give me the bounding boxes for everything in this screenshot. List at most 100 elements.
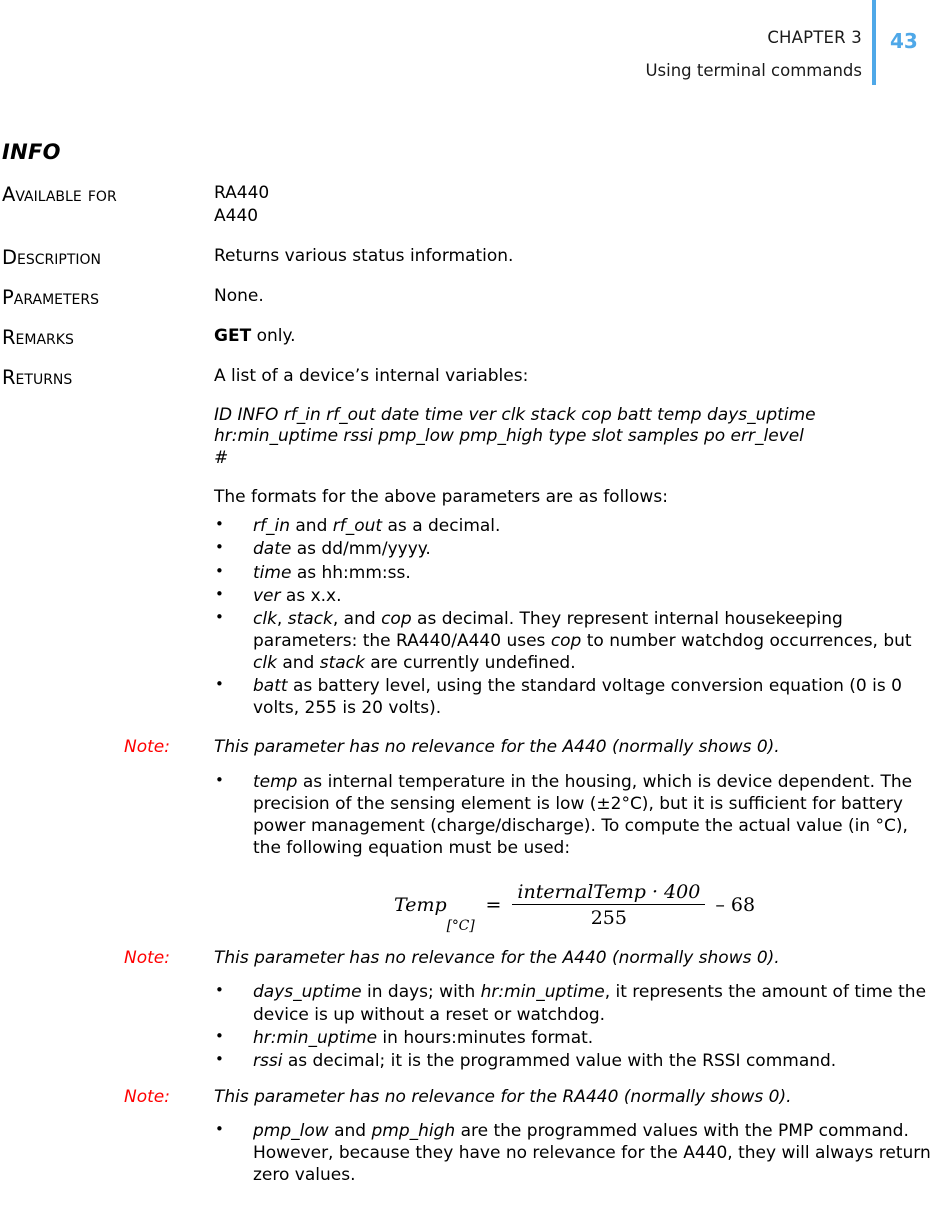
parameter-name: days_uptime	[253, 982, 362, 1003]
list-item-text: and	[328, 1121, 372, 1142]
temperature-equation: Temp [°C] = internalTemp · 400 255 – 68	[394, 881, 756, 934]
list-item-text: are currently undefined.	[364, 652, 576, 673]
page-number: 43	[890, 29, 918, 53]
header-section-title: Using terminal commands	[645, 61, 862, 81]
definition-row-returns: Returns A list of a device’s internal va…	[0, 365, 936, 719]
command-syntax-block: ID INFO rf_in rf_out date time ver clk s…	[214, 405, 936, 470]
parameter-format-list-3: days_uptime in days; with hr:min_uptime,…	[214, 981, 936, 1071]
list-item-text: as battery level, using the standard vol…	[253, 675, 902, 719]
parameter-name: rf_in	[253, 516, 290, 537]
list-item: date as dd/mm/yyyy.	[214, 538, 936, 560]
note-label: Note:	[124, 737, 170, 758]
header-text-block: CHAPTER 3 Using terminal commands	[0, 0, 862, 80]
row-label: Parameters	[2, 285, 100, 309]
syntax-line: samples po err_level	[627, 426, 804, 447]
parameter-name: hr:min_uptime	[480, 982, 605, 1003]
list-item-text: and	[289, 516, 333, 537]
parameter-format-list-4: pmp_low and pmp_high are the programmed …	[214, 1120, 936, 1186]
parameter-name: time	[253, 562, 292, 583]
parameter-format-group-2: temp as internal temperature in the hous…	[0, 771, 936, 859]
list-item: hr:min_uptime in hours:minutes format.	[214, 1027, 936, 1049]
list-item-text: as dd/mm/yyyy.	[291, 539, 431, 560]
definition-row-remarks: Remarks GET only.	[0, 325, 936, 349]
row-value: None.	[214, 285, 936, 308]
list-item-text: as x.x.	[280, 585, 342, 606]
row-value: A list of a device’s internal variables:…	[214, 365, 936, 719]
row-label: Returns	[2, 365, 73, 389]
temperature-equation-block: Temp [°C] = internalTemp · 400 255 – 68	[0, 881, 936, 934]
command-title: INFO	[2, 140, 61, 164]
note-a440-2: Note: This parameter has no relevance fo…	[0, 947, 936, 969]
parameter-name: rssi	[253, 1050, 283, 1071]
page-content: INFO Available for RA440 A440 Descriptio…	[0, 140, 936, 1188]
equation-numerator: internalTemp · 400	[512, 881, 706, 905]
list-item-text: in days; with	[361, 982, 481, 1003]
header-accent-rule	[872, 0, 876, 85]
list-item: clk, stack, and cop as decimal. They rep…	[214, 608, 936, 674]
list-item-text: and	[276, 652, 320, 673]
parameter-name: pmp_high	[371, 1121, 456, 1142]
list-item: batt as battery level, using the standar…	[214, 675, 936, 719]
note-a440-1: Note: This parameter has no relevance fo…	[0, 736, 936, 758]
row-label: Description	[2, 245, 101, 269]
value-emphasis: GET	[214, 325, 252, 346]
equation-lhs: Temp	[394, 893, 447, 916]
equation-equals-sign: =	[485, 893, 502, 916]
equation-denominator: 255	[590, 906, 627, 929]
list-item-text: to number watchdog occurrences, but	[581, 630, 912, 651]
parameter-name: batt	[253, 675, 288, 696]
list-item: days_uptime in days; with hr:min_uptime,…	[214, 981, 936, 1025]
row-label: Remarks	[2, 325, 74, 349]
parameter-name: hr:min_uptime	[253, 1027, 378, 1048]
row-value: GET only.	[214, 325, 936, 348]
row-value: RA440 A440	[214, 182, 936, 228]
parameter-name: stack	[287, 608, 333, 629]
syntax-prompt: #	[214, 448, 229, 469]
list-item: rssi as decimal; it is the programmed va…	[214, 1050, 936, 1072]
value-line: Returns various status information.	[214, 245, 514, 266]
list-item: pmp_low and pmp_high are the programmed …	[214, 1120, 936, 1186]
value-line: None.	[214, 285, 264, 306]
list-item-text: as hh:mm:ss.	[291, 562, 411, 583]
list-item-text: as a decimal.	[382, 516, 501, 537]
list-item-text: as decimal; it is the programmed value w…	[282, 1050, 837, 1071]
list-item-text: ,	[276, 608, 288, 629]
definition-row-description: Description Returns various status infor…	[0, 245, 936, 269]
parameter-name: temp	[253, 771, 298, 792]
parameter-name: date	[253, 539, 292, 560]
equation-lhs-subscript: [°C]	[446, 917, 475, 934]
list-item: ver as x.x.	[214, 585, 936, 607]
equation-fraction: internalTemp · 400 255	[512, 881, 706, 929]
parameter-format-list-2: temp as internal temperature in the hous…	[214, 771, 936, 859]
value-line: RA440	[214, 183, 270, 203]
row-label: Available for	[2, 183, 117, 206]
parameter-name: stack	[319, 652, 365, 673]
equation-tail: – 68	[715, 893, 756, 916]
list-item: time as hh:mm:ss.	[214, 562, 936, 584]
list-item-text: in hours:minutes format.	[377, 1027, 594, 1048]
parameter-name: ver	[253, 585, 281, 606]
definition-row-available-for: Available for RA440 A440	[0, 182, 936, 228]
list-item-text: , and	[332, 608, 382, 629]
list-item: temp as internal temperature in the hous…	[214, 771, 936, 859]
parameter-format-group-4: pmp_low and pmp_high are the programmed …	[0, 1120, 936, 1186]
page-header: CHAPTER 3 Using terminal commands 43	[0, 0, 936, 88]
value-line: A440	[214, 205, 259, 226]
parameter-name: clk	[253, 652, 277, 673]
parameter-name: cop	[550, 630, 582, 651]
list-item-text: as internal temperature in the housing, …	[253, 771, 913, 858]
parameter-name: pmp_low	[253, 1121, 329, 1142]
value-line: A list of a device’s internal variables:	[214, 365, 529, 386]
note-text: This parameter has no relevance for the …	[214, 947, 780, 968]
list-item: rf_in and rf_out as a decimal.	[214, 515, 936, 537]
parameter-name: cop	[381, 608, 412, 629]
parameter-name: rf_out	[332, 516, 383, 537]
note-label: Note:	[124, 1086, 170, 1107]
parameter-format-group-3: days_uptime in days; with hr:min_uptime,…	[0, 981, 936, 1071]
definition-row-parameters: Parameters None.	[0, 285, 936, 309]
header-chapter: CHAPTER 3	[767, 28, 862, 47]
note-text: This parameter has no relevance for the …	[214, 737, 780, 758]
note-label: Note:	[124, 947, 170, 968]
note-ra440: Note: This parameter has no relevance fo…	[0, 1086, 936, 1108]
syntax-line: ID INFO rf_in rf_out date time ver clk s…	[214, 404, 702, 425]
